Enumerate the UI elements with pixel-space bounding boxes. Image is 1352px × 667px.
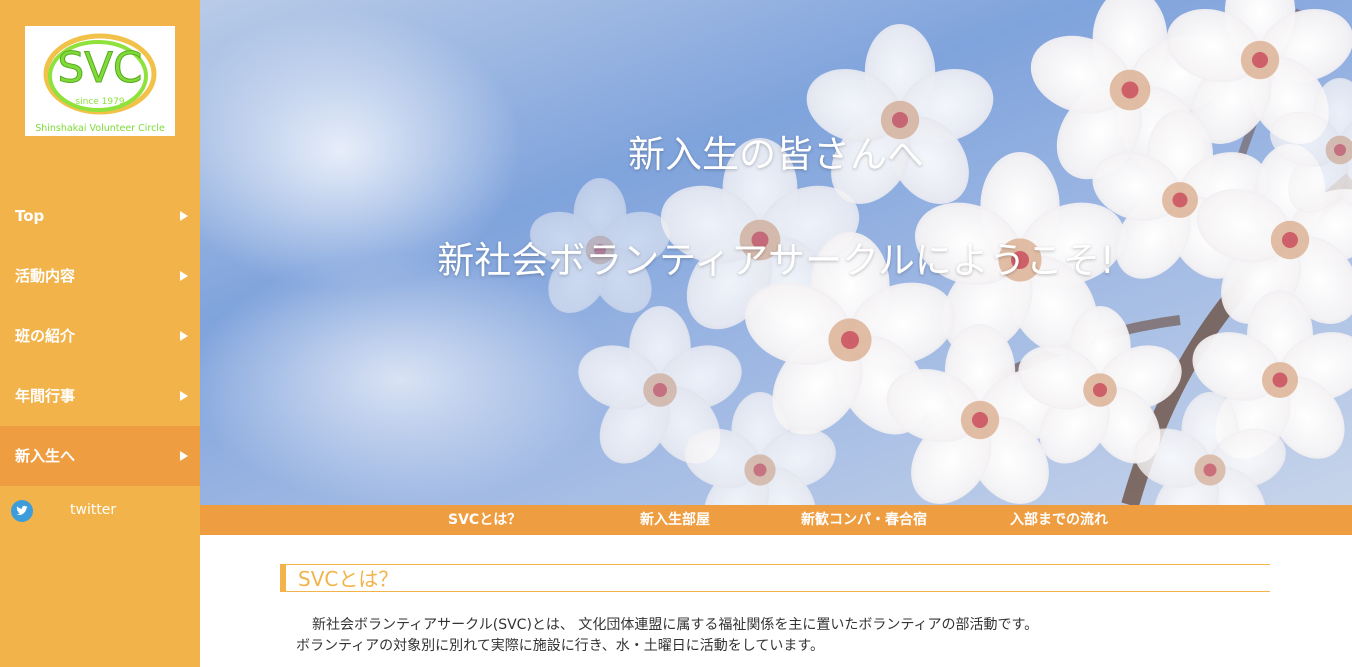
section-heading-text: SVCとは？ <box>298 567 399 591</box>
chevron-right-icon <box>180 211 188 221</box>
sidebar-item-label: 活動内容 <box>15 267 76 285</box>
subnav-what-is-svc[interactable]: SVCとは？ <box>448 505 521 535</box>
svc-logo[interactable]: SVC since 1979 Shinshakai Volunteer Circ… <box>25 26 175 136</box>
sidebar-item-annual-events[interactable]: 年間行事 <box>0 366 200 426</box>
twitter-icon <box>11 500 33 522</box>
svc-logo-graphic: SVC since 1979 Shinshakai Volunteer Circ… <box>35 33 165 134</box>
subnav-welcome-party[interactable]: 新歓コンパ・春合宿 <box>801 505 927 535</box>
sidebar: SVC since 1979 Shinshakai Volunteer Circ… <box>0 0 200 667</box>
chevron-right-icon <box>180 391 188 401</box>
intro-paragraph-line1: 新社会ボランティアサークル(SVC)とは、 文化団体連盟に属する福祉関係を主に置… <box>312 617 1039 633</box>
hero-title: 新入生の皆さんへ <box>628 133 924 176</box>
logo-full-name: Shinshakai Volunteer Circle <box>35 123 165 134</box>
sidebar-item-groups[interactable]: 班の紹介 <box>0 306 200 366</box>
twitter-link[interactable]: twitter <box>0 496 200 526</box>
logo-since: since 1979 <box>75 97 124 107</box>
intro-paragraph-line2: ボランティアの対象別に別れて実際に施設に行き、水・土曜日に活動をしています。 <box>296 638 824 654</box>
subnav-freshman-room[interactable]: 新入生部屋 <box>640 505 710 535</box>
twitter-label: twitter <box>70 502 117 518</box>
sidebar-item-label: 班の紹介 <box>15 327 76 345</box>
sidebar-item-label: Top <box>15 207 45 225</box>
logo-title: SVC <box>58 43 143 92</box>
sidebar-item-activities[interactable]: 活動内容 <box>0 246 200 306</box>
hero-subtitle: 新社会ボランティアサークルにようこそ! <box>437 239 1115 282</box>
sub-navigation: SVCとは？ 新入生部屋 新歓コンパ・春合宿 入部までの流れ <box>200 505 1352 535</box>
sidebar-item-label: 新入生へ <box>15 447 76 465</box>
sidebar-item-top[interactable]: Top <box>0 186 200 246</box>
subnav-joining-process[interactable]: 入部までの流れ <box>1010 505 1108 535</box>
chevron-right-icon <box>180 331 188 341</box>
section-heading: SVCとは？ <box>280 564 1270 592</box>
hero-banner: 新入生の皆さんへ 新社会ボランティアサークルにようこそ! <box>200 0 1352 505</box>
main-content: SVCとは？ 新社会ボランティアサークル(SVC)とは、 文化団体連盟に属する福… <box>200 535 1352 667</box>
chevron-right-icon <box>180 451 188 461</box>
sidebar-item-freshmen[interactable]: 新入生へ <box>0 426 200 486</box>
sidebar-item-label: 年間行事 <box>15 387 76 405</box>
chevron-right-icon <box>180 271 188 281</box>
